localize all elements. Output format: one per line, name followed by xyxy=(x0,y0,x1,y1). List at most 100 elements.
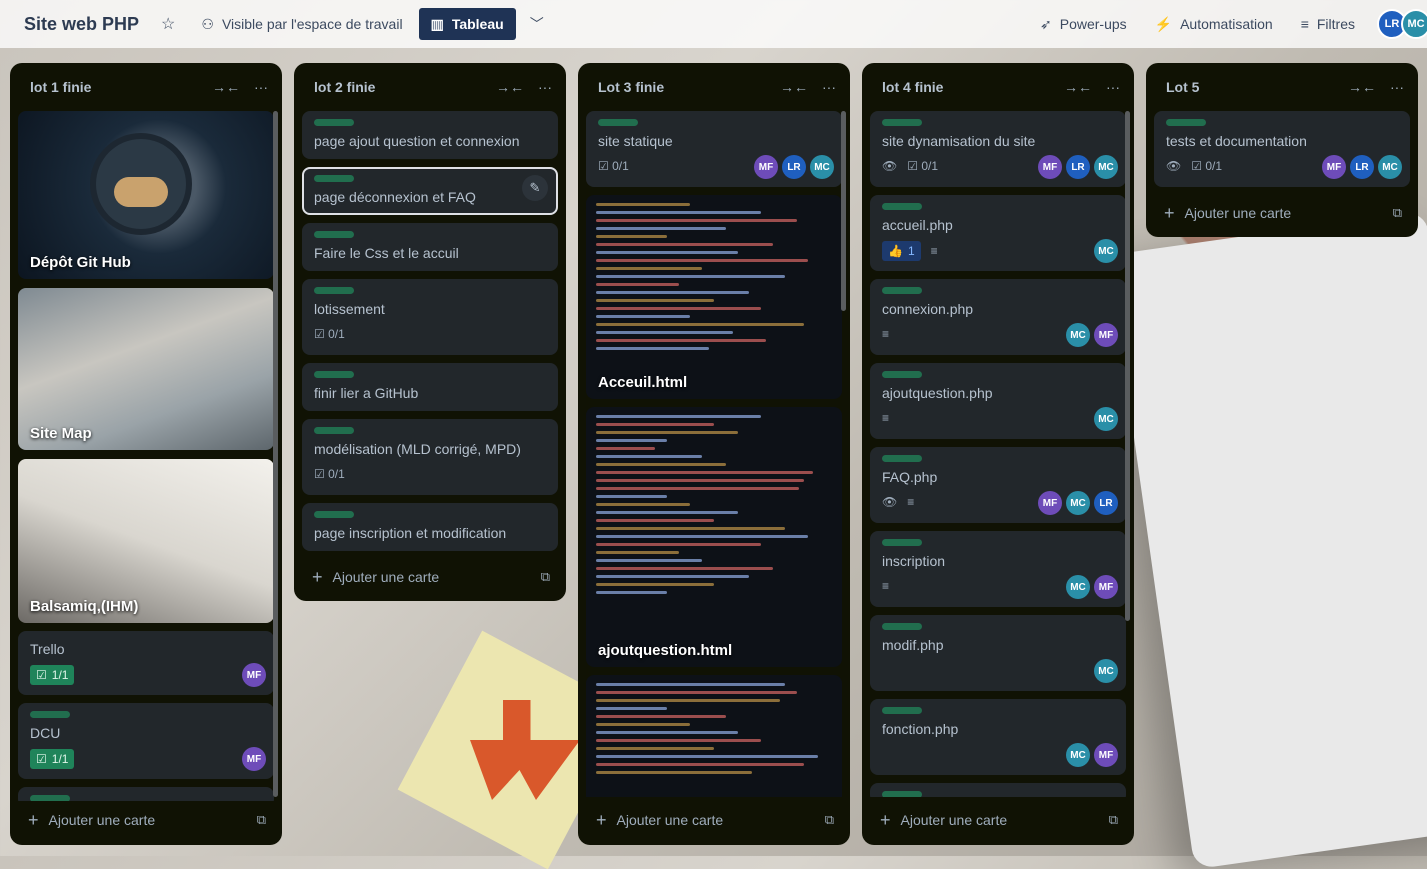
card[interactable] xyxy=(586,675,842,797)
avatar[interactable]: MC xyxy=(1066,491,1090,515)
card[interactable]: page inscription et modification xyxy=(302,503,558,551)
list-title[interactable]: lot 2 finie xyxy=(314,79,482,95)
avatar[interactable]: LR xyxy=(782,155,806,179)
add-card-button[interactable]: + Ajouter une carte ⧉ xyxy=(1154,197,1410,229)
add-card-button[interactable]: + Ajouter une carte ⧉ xyxy=(586,804,842,836)
star-icon[interactable]: ☆ xyxy=(161,14,175,34)
card[interactable]: site dynamisation du site 👁 ☑ 0/1 MF LR … xyxy=(870,111,1126,187)
card[interactable]: DCU ☑ 1/1 MF xyxy=(18,703,274,779)
avatar[interactable]: MC xyxy=(1401,9,1427,39)
automation-button[interactable]: ⚡ Automatisation xyxy=(1155,16,1273,33)
avatar[interactable]: MF xyxy=(1094,743,1118,767)
card-label-green[interactable] xyxy=(882,287,922,294)
card-label-green[interactable] xyxy=(314,427,354,434)
avatar[interactable]: MC xyxy=(1066,323,1090,347)
card[interactable] xyxy=(870,783,1126,797)
add-card-button[interactable]: + Ajouter une carte ⧉ xyxy=(870,804,1126,836)
card-label-green[interactable] xyxy=(882,707,922,714)
card[interactable]: Balsamiq,(IHM) xyxy=(18,459,274,623)
collapse-icon[interactable]: →← xyxy=(496,79,524,95)
more-icon[interactable]: ··· xyxy=(254,79,268,95)
avatar[interactable]: MF xyxy=(1038,155,1062,179)
card[interactable]: ajoutquestion.html xyxy=(586,407,842,667)
card-label-green[interactable] xyxy=(882,623,922,630)
card[interactable]: finir lier a GitHub xyxy=(302,363,558,411)
avatar[interactable]: MF xyxy=(1038,491,1062,515)
avatar[interactable]: LR xyxy=(1066,155,1090,179)
card-label-green[interactable] xyxy=(314,511,354,518)
card-label-green[interactable] xyxy=(30,795,70,801)
avatar[interactable]: LR xyxy=(1350,155,1374,179)
collapse-icon[interactable]: →← xyxy=(212,79,240,95)
more-icon[interactable]: ··· xyxy=(1106,79,1120,95)
list-title[interactable]: lot 1 finie xyxy=(30,79,198,95)
card-label-green[interactable] xyxy=(598,119,638,126)
card[interactable]: Acceuil.html xyxy=(586,195,842,399)
card[interactable]: accueil.php 👍 1 ≡ MC xyxy=(870,195,1126,271)
edit-icon[interactable]: ✎ xyxy=(522,175,548,201)
add-card-button[interactable]: + Ajouter une carte ⧉ xyxy=(18,804,274,836)
list-title[interactable]: lot 4 finie xyxy=(882,79,1050,95)
card[interactable]: Faire le Css et le accuil xyxy=(302,223,558,271)
card[interactable]: fonction.php MC MF xyxy=(870,699,1126,775)
card[interactable]: Dépôt Git Hub xyxy=(18,111,274,279)
card-label-green[interactable] xyxy=(1166,119,1206,126)
card[interactable] xyxy=(18,787,274,801)
list-scrollbar[interactable] xyxy=(841,111,846,311)
card[interactable]: Site Map xyxy=(18,288,274,450)
card-label-green[interactable] xyxy=(30,711,70,718)
card-label-green[interactable] xyxy=(882,455,922,462)
avatar[interactable]: MC xyxy=(1094,659,1118,683)
avatar[interactable]: MC xyxy=(1094,239,1118,263)
list-title[interactable]: Lot 3 finie xyxy=(598,79,766,95)
more-icon[interactable]: ··· xyxy=(1390,79,1404,95)
avatar[interactable]: LR xyxy=(1094,491,1118,515)
card[interactable]: lotissement ☑ 0/1 xyxy=(302,279,558,355)
card[interactable]: FAQ.php 👁 ≡ MF MC LR xyxy=(870,447,1126,523)
filters-button[interactable]: ≡ Filtres xyxy=(1301,16,1355,32)
board-view-button[interactable]: ▥ Tableau xyxy=(418,8,516,40)
card[interactable]: ajoutquestion.php ≡ MC xyxy=(870,363,1126,439)
list-scrollbar[interactable] xyxy=(1125,111,1130,621)
card-label-green[interactable] xyxy=(314,175,354,182)
template-icon[interactable]: ⧉ xyxy=(825,812,834,828)
card[interactable]: modif.php MC xyxy=(870,615,1126,691)
avatar[interactable]: MF xyxy=(1322,155,1346,179)
card[interactable]: page ajout question et connexion xyxy=(302,111,558,159)
card[interactable]: modélisation (MLD corrigé, MPD) ☑ 0/1 xyxy=(302,419,558,495)
collapse-icon[interactable]: →← xyxy=(780,79,808,95)
avatar[interactable]: MC xyxy=(1378,155,1402,179)
visibility-button[interactable]: ⚇ Visible par l'espace de travail xyxy=(201,16,402,33)
chevron-down-icon[interactable]: ﹀ xyxy=(530,14,544,34)
card[interactable]: site statique ☑ 0/1 MF LR MC xyxy=(586,111,842,187)
add-card-button[interactable]: + Ajouter une carte ⧉ xyxy=(302,561,558,593)
card-label-green[interactable] xyxy=(314,371,354,378)
collapse-icon[interactable]: →← xyxy=(1348,79,1376,95)
avatar[interactable]: MC xyxy=(1066,743,1090,767)
card[interactable]: tests et documentation 👁 ☑ 0/1 MF LR MC xyxy=(1154,111,1410,187)
like-badge[interactable]: 👍 1 xyxy=(882,241,921,261)
card[interactable]: page déconnexion et FAQ ✎ xyxy=(302,167,558,215)
card-label-green[interactable] xyxy=(314,119,354,126)
collapse-icon[interactable]: →← xyxy=(1064,79,1092,95)
more-icon[interactable]: ··· xyxy=(538,79,552,95)
card-label-green[interactable] xyxy=(882,791,922,797)
card-label-green[interactable] xyxy=(314,287,354,294)
avatar[interactable]: MF xyxy=(242,663,266,687)
list-scrollbar[interactable] xyxy=(273,111,278,797)
avatar[interactable]: MC xyxy=(1094,155,1118,179)
card-label-green[interactable] xyxy=(882,203,922,210)
template-icon[interactable]: ⧉ xyxy=(1393,205,1402,221)
template-icon[interactable]: ⧉ xyxy=(1109,812,1118,828)
more-icon[interactable]: ··· xyxy=(822,79,836,95)
board-title[interactable]: Site web PHP xyxy=(24,14,139,35)
template-icon[interactable]: ⧉ xyxy=(257,812,266,828)
card-label-green[interactable] xyxy=(314,231,354,238)
avatar[interactable]: MF xyxy=(754,155,778,179)
board-members[interactable]: LR MC xyxy=(1377,9,1427,39)
powerups-button[interactable]: ➶ Power-ups xyxy=(1040,16,1127,33)
card[interactable]: Trello ☑ 1/1 MF xyxy=(18,631,274,695)
template-icon[interactable]: ⧉ xyxy=(541,569,550,585)
card-label-green[interactable] xyxy=(882,539,922,546)
avatar[interactable]: MF xyxy=(1094,323,1118,347)
